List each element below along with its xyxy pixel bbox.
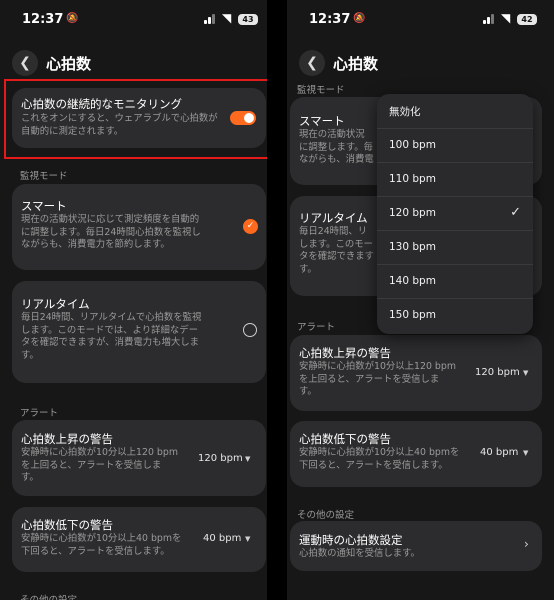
smart-mode-radio-selected-icon[interactable]: ✓ xyxy=(243,219,258,234)
dropdown-option[interactable]: 無効化 xyxy=(377,94,533,128)
high-heart-rate-alert[interactable]: 心拍数上昇の警告 安静時に心拍数が10分以上120 bpm を上回ると、アラート… xyxy=(12,420,266,496)
status-time: 12:37 xyxy=(22,12,64,27)
realtime-mode-option[interactable]: リアルタイム 毎日24時間、リアルタイムで心拍数を監視 します。このモードでは、… xyxy=(12,281,266,383)
smart-mode-option[interactable]: スマート 現在の活動状況に応じて測定頻度を自動的 に調整します。毎日24時間心拍… xyxy=(12,184,266,270)
smart-mode-title: スマート xyxy=(21,199,67,213)
smart-mode-desc: 現在の活動状況 に調整します。毎 ながらも、消費電 xyxy=(299,129,374,165)
wifi-icon: ◥ xyxy=(222,11,232,25)
section-alert: アラート xyxy=(20,408,59,419)
highlight-frame xyxy=(4,79,267,159)
low-alert-title: 心拍数低下の警告 xyxy=(299,432,391,446)
page-header: ❮ 心拍数 xyxy=(0,48,267,78)
realtime-mode-desc: 毎日24時間、リ します。このモー タを確認できます す。 xyxy=(299,226,375,275)
high-heart-rate-alert[interactable]: 心拍数上昇の警告 安静時に心拍数が10分以上120 bpm を上回ると、アラート… xyxy=(290,335,542,411)
back-button[interactable]: ❮ xyxy=(299,50,325,76)
page-title: 心拍数 xyxy=(46,55,92,73)
dropdown-option[interactable]: 130 bpm xyxy=(377,230,533,264)
high-alert-desc: 安静時に心拍数が10分以上120 bpm を上回ると、アラートを受信しま す。 xyxy=(299,361,456,397)
smart-mode-title: スマート xyxy=(299,114,345,128)
high-alert-desc: 安静時に心拍数が10分以上120 bpm を上回ると、アラートを受信しま す。 xyxy=(21,447,178,483)
dropdown-option[interactable]: 100 bpm xyxy=(377,128,533,162)
section-other-settings: その他の設定 xyxy=(20,592,77,600)
left-screen: 12:37 🔕 ◥ 43 ❮ 心拍数 心拍数の継続的なモニタリング これをオンに… xyxy=(0,0,267,600)
high-alert-dropdown-icon[interactable]: ▼ xyxy=(245,455,250,463)
wifi-icon: ◥ xyxy=(501,11,511,25)
low-heart-rate-alert[interactable]: 心拍数低下の警告 安静時に心拍数が10分以上40 bpmを 下回ると、アラートを… xyxy=(290,421,542,487)
status-bar: 12:37 🔕 ◥ 43 xyxy=(0,0,267,40)
realtime-mode-radio-icon[interactable] xyxy=(243,323,257,337)
battery-icon: 42 xyxy=(517,14,537,25)
status-time: 12:37 xyxy=(309,12,351,27)
battery-icon: 43 xyxy=(238,14,258,25)
section-other-settings: その他の設定 xyxy=(297,510,355,521)
checkmark-icon: ✓ xyxy=(510,205,521,220)
realtime-mode-title: リアルタイム xyxy=(21,297,90,311)
dropdown-option[interactable]: 150 bpm xyxy=(377,298,533,332)
high-alert-title: 心拍数上昇の警告 xyxy=(299,346,391,360)
dropdown-option-selected[interactable]: 120 bpm ✓ xyxy=(377,196,533,230)
low-alert-value[interactable]: 40 bpm xyxy=(203,533,241,544)
realtime-mode-title: リアルタイム xyxy=(299,211,368,225)
low-alert-title: 心拍数低下の警告 xyxy=(21,518,113,532)
exercise-settings-title: 運動時の心拍数設定 xyxy=(299,533,403,547)
exercise-settings-desc: 心拍数の通知を受信します。 xyxy=(299,548,420,559)
dropdown-option[interactable]: 140 bpm xyxy=(377,264,533,298)
exercise-heart-rate-settings[interactable]: 運動時の心拍数設定 心拍数の通知を受信します。 › xyxy=(290,521,542,571)
high-alert-title: 心拍数上昇の警告 xyxy=(21,432,113,446)
low-alert-desc: 安静時に心拍数が10分以上40 bpmを 下回ると、アラートを受信します。 xyxy=(299,447,460,471)
status-bar: 12:37 🔕 ◥ 42 xyxy=(287,0,554,40)
chevron-right-icon: › xyxy=(524,537,529,551)
mute-bell-icon: 🔕 xyxy=(353,13,366,24)
signal-icon xyxy=(483,14,497,24)
page-title: 心拍数 xyxy=(333,55,379,73)
low-alert-dropdown-icon[interactable]: ▼ xyxy=(523,449,528,457)
bpm-dropdown-menu: 無効化 100 bpm 110 bpm 120 bpm ✓ 130 bpm 140… xyxy=(377,94,533,334)
back-button[interactable]: ❮ xyxy=(12,50,38,76)
page-header: ❮ 心拍数 xyxy=(287,48,554,78)
section-monitoring-mode: 監視モード xyxy=(20,171,68,182)
low-alert-desc: 安静時に心拍数が10分以上40 bpmを 下回ると、アラートを受信します。 xyxy=(21,533,182,557)
section-alert: アラート xyxy=(297,322,336,333)
smart-mode-desc: 現在の活動状況に応じて測定頻度を自動的 に調整します。毎日24時間心拍数を監視し… xyxy=(21,214,201,250)
signal-icon xyxy=(204,14,218,24)
low-alert-value[interactable]: 40 bpm xyxy=(480,447,518,458)
high-alert-value[interactable]: 120 bpm xyxy=(475,367,520,378)
low-alert-dropdown-icon[interactable]: ▼ xyxy=(245,535,250,543)
dropdown-option[interactable]: 110 bpm xyxy=(377,162,533,196)
low-heart-rate-alert[interactable]: 心拍数低下の警告 安静時に心拍数が10分以上40 bpmを 下回ると、アラートを… xyxy=(12,507,266,572)
mute-bell-icon: 🔕 xyxy=(66,13,79,24)
realtime-mode-desc: 毎日24時間、リアルタイムで心拍数を監視 します。このモードでは、より詳細なデー… xyxy=(21,312,202,361)
high-alert-value[interactable]: 120 bpm xyxy=(198,453,243,464)
high-alert-dropdown-icon[interactable]: ▼ xyxy=(523,369,528,377)
section-monitoring-mode: 監視モード xyxy=(297,85,345,96)
right-screen: 12:37 🔕 ◥ 42 ❮ 心拍数 監視モード スマート 現在の活動状況 に調… xyxy=(287,0,554,600)
